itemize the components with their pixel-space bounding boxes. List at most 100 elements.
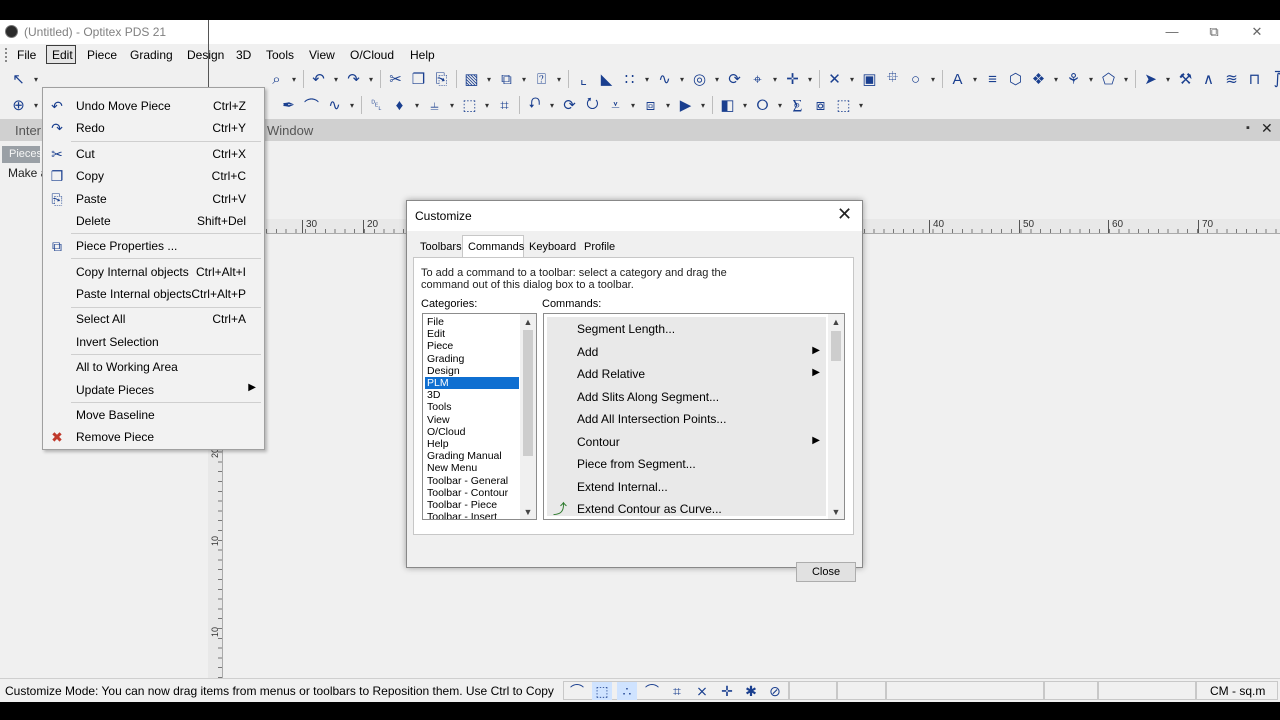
dropdown-arrow-icon[interactable]: ▾	[449, 101, 455, 110]
category-item[interactable]: File	[425, 316, 519, 328]
circle-icon[interactable]: ○	[907, 71, 924, 88]
button-tool-icon[interactable]: ⭘	[754, 97, 771, 114]
group-icon[interactable]: ❖	[1030, 70, 1047, 88]
menu-item-select-all[interactable]: Select All Ctrl+A	[43, 308, 264, 330]
command-item[interactable]: Add Slits Along Segment...	[547, 385, 826, 408]
dropdown-arrow-icon[interactable]: ▾	[665, 101, 671, 110]
menu-file[interactable]: File	[17, 48, 36, 62]
clipboard-icon[interactable]: ⎘	[433, 71, 450, 88]
refresh-icon[interactable]: ⟳	[561, 96, 578, 114]
pen-curve-icon[interactable]: ✒	[280, 96, 297, 114]
category-item[interactable]: Grading	[425, 353, 519, 365]
dropdown-arrow-icon[interactable]: ▾	[644, 75, 650, 84]
redo-icon[interactable]: ↷	[345, 70, 362, 88]
minimize-button[interactable]: —	[1150, 20, 1194, 44]
snap-grid-icon[interactable]: ⌗	[667, 682, 687, 700]
dropdown-arrow-icon[interactable]: ▾	[742, 101, 748, 110]
category-item[interactable]: Toolbar - General	[425, 475, 519, 487]
menu-ocloud[interactable]: O/Cloud	[350, 48, 394, 62]
wave-icon[interactable]: ∿	[326, 96, 343, 114]
dropdown-arrow-icon[interactable]: ▾	[972, 75, 978, 84]
node-icon[interactable]: ◎	[691, 70, 708, 88]
menu-item-invert-selection[interactable]: Invert Selection	[43, 331, 264, 353]
dropdown-arrow-icon[interactable]: ▾	[679, 75, 685, 84]
cross-icon[interactable]: ✕	[826, 70, 843, 88]
help-icon[interactable]: ⍰	[533, 71, 550, 88]
snap-cross-icon[interactable]: ✛	[717, 682, 737, 700]
close-window-button[interactable]: ✕	[1235, 20, 1279, 44]
copy-icon[interactable]: ❐	[410, 70, 427, 88]
ruler-icon[interactable]: ⌞	[575, 70, 592, 88]
tab-commands[interactable]: Commands	[464, 237, 528, 257]
menu-design[interactable]: Design	[187, 48, 224, 62]
dropdown-arrow-icon[interactable]: ▾	[556, 75, 562, 84]
menu-item-cut[interactable]: ✂ Cut Ctrl+X	[43, 143, 264, 165]
snap-curve-icon[interactable]: ⌒	[567, 682, 587, 700]
dropdown-arrow-icon[interactable]: ▾	[549, 101, 555, 110]
menu-item-update-pieces[interactable]: Update Pieces ▶	[43, 379, 264, 401]
fold-icon[interactable]: ⧇	[812, 97, 829, 114]
menu-edit[interactable]: Edit	[52, 48, 73, 62]
dropdown-arrow-icon[interactable]: ▾	[486, 75, 492, 84]
add-point-icon[interactable]: ✛	[784, 70, 801, 88]
menu-item-remove-piece[interactable]: ✖ Remove Piece	[43, 426, 264, 448]
category-item[interactable]: Toolbar - Piece	[425, 499, 519, 511]
menu-help[interactable]: Help	[410, 48, 435, 62]
dropdown-arrow-icon[interactable]: ▾	[714, 75, 720, 84]
mirror-icon[interactable]: ⧈	[642, 97, 659, 114]
commands-scrollbar[interactable]: ▲ ▼	[828, 314, 844, 519]
category-item[interactable]: Design	[425, 365, 519, 377]
shape-icon[interactable]: ⬡	[1007, 70, 1024, 88]
dropdown-arrow-icon[interactable]: ▾	[807, 75, 813, 84]
grid-icon[interactable]: ∷	[621, 70, 638, 88]
diagonal-icon[interactable]: ◣	[598, 70, 615, 88]
dropdown-arrow-icon[interactable]: ▾	[521, 75, 527, 84]
zoom-icon[interactable]: ⌕	[268, 71, 285, 88]
command-item[interactable]: Extend Internal...	[547, 475, 826, 498]
dropdown-arrow-icon[interactable]: ▾	[777, 101, 783, 110]
point-tool-icon[interactable]: ⊕	[10, 96, 27, 114]
snap-star-icon[interactable]: ✱	[741, 682, 761, 700]
menu-item-paste[interactable]: ⎘ Paste Ctrl+V	[43, 188, 264, 210]
tab-keyboard[interactable]: Keyboard	[525, 237, 580, 257]
category-item[interactable]: PLM	[425, 377, 519, 390]
categories-scrollbar[interactable]: ▲ ▼	[520, 314, 536, 519]
tab-profile[interactable]: Profile	[580, 237, 619, 257]
restore-button[interactable]: ⧉	[1192, 20, 1236, 44]
category-item[interactable]: Piece	[425, 340, 519, 352]
pleat-icon[interactable]: ≋	[1223, 70, 1240, 88]
snap-box-icon[interactable]: ⬚	[592, 682, 612, 700]
dart-icon[interactable]: ∧	[1200, 70, 1217, 88]
category-item[interactable]: Grading Manual	[425, 450, 519, 462]
curve-icon[interactable]: ∿	[656, 70, 673, 88]
pin-icon[interactable]: ▪	[1246, 122, 1250, 134]
trash-icon[interactable]: ␡	[368, 97, 385, 114]
dropdown-arrow-icon[interactable]: ▾	[1088, 75, 1094, 84]
pleat-tool-icon[interactable]: ⨊	[789, 97, 806, 114]
category-item[interactable]: O/Cloud	[425, 426, 519, 438]
menu-tools[interactable]: Tools	[266, 48, 294, 62]
scissors-icon[interactable]: ✂	[387, 70, 404, 88]
category-item[interactable]: Help	[425, 438, 519, 450]
tab-toolbars[interactable]: Toolbars	[416, 237, 466, 257]
command-item[interactable]: Add ▶	[547, 340, 826, 363]
dialog-close-icon[interactable]: ✕	[837, 204, 852, 225]
snap-none-icon[interactable]: ⊘	[765, 682, 785, 700]
dropdown-arrow-icon[interactable]: ▾	[630, 101, 636, 110]
command-item[interactable]: Piece from Segment...	[547, 452, 826, 475]
dropdown-arrow-icon[interactable]: ▾	[33, 75, 39, 84]
scrollbar-thumb[interactable]	[831, 331, 841, 361]
menu-piece[interactable]: Piece	[87, 48, 117, 62]
scrollbar-thumb[interactable]	[523, 330, 533, 456]
menu-view[interactable]: View	[309, 48, 335, 62]
scroll-up-icon[interactable]: ▲	[520, 315, 536, 329]
rotate-icon[interactable]: ⟳	[726, 70, 743, 88]
menu-item-paste-internal[interactable]: Paste Internal objects Ctrl+Alt+P	[43, 283, 264, 305]
menu-item-undo[interactable]: ↶ Undo Move Piece Ctrl+Z	[43, 95, 264, 117]
walk-icon[interactable]: ⨛	[1269, 70, 1280, 88]
panel-icon[interactable]: ◧	[719, 96, 736, 114]
underline-icon[interactable]: ⩡	[607, 97, 624, 114]
polygon-icon[interactable]: ⬠	[1100, 70, 1117, 88]
cursor-icon[interactable]: ➤	[1142, 70, 1159, 88]
crop-icon[interactable]: ⌗	[496, 97, 513, 114]
